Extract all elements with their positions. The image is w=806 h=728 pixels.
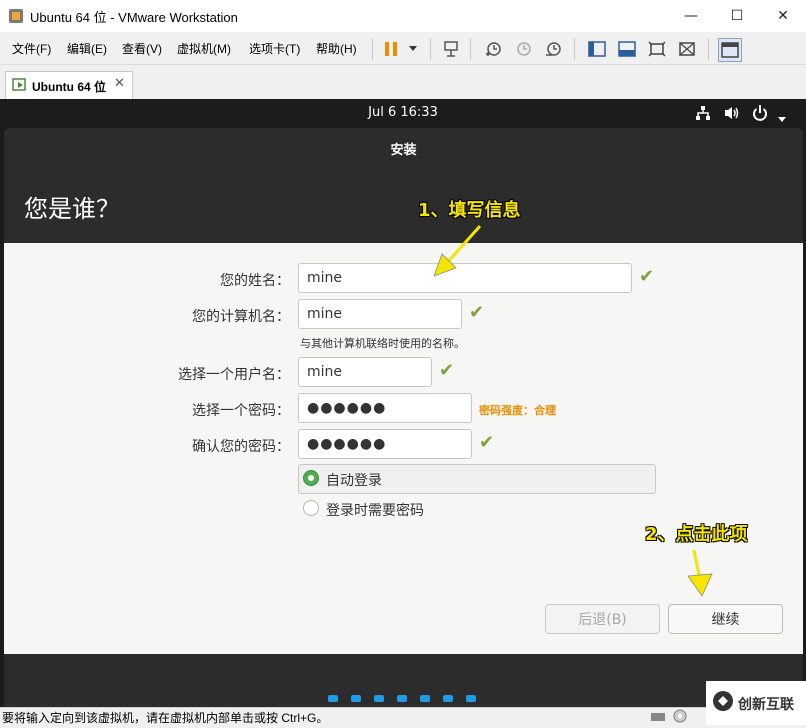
thumbnail-bar-icon[interactable] — [718, 38, 742, 62]
device-icon[interactable] — [650, 709, 666, 728]
close-window-button[interactable]: ✕ — [760, 0, 806, 32]
pause-icon[interactable] — [380, 38, 402, 60]
password-input[interactable]: ●●●●●● — [298, 393, 472, 423]
menu-file[interactable]: 文件(F) — [12, 40, 51, 57]
fullscreen-icon[interactable] — [646, 38, 668, 60]
snapshot-manager-icon[interactable] — [542, 38, 564, 60]
computer-name-input[interactable]: mine — [298, 299, 462, 329]
name-label: 您的姓名： — [220, 273, 290, 289]
progress-dot — [420, 695, 430, 702]
chevron-down-icon[interactable] — [777, 109, 787, 128]
annotation-step1: 1、填写信息 — [418, 200, 521, 221]
password-label: 选择一个密码： — [192, 403, 290, 419]
check-icon: ✔ — [479, 432, 495, 453]
installer-title: 安装 — [390, 143, 417, 158]
minimize-button[interactable]: — — [668, 0, 714, 32]
watermark-text: 创新互联 — [738, 697, 794, 713]
check-icon: ✔ — [469, 302, 485, 323]
menu-help[interactable]: 帮助(H) — [316, 40, 357, 57]
send-ctrl-alt-del-icon[interactable] — [440, 38, 462, 60]
progress-dot — [351, 695, 361, 702]
continue-button[interactable]: 继续 — [668, 604, 783, 634]
menu-view[interactable]: 查看(V) — [122, 40, 162, 57]
check-icon: ✔ — [439, 360, 455, 381]
annotation-step2: 2、点击此项 — [645, 524, 748, 545]
menu-edit[interactable]: 编辑(E) — [67, 40, 107, 57]
page-heading: 您是谁？ — [24, 195, 120, 223]
maximize-button[interactable]: ☐ — [714, 0, 760, 32]
console-view-icon[interactable] — [616, 38, 638, 60]
toolbar-separator — [708, 38, 709, 60]
toolbar-separator — [470, 38, 471, 60]
progress-dot — [443, 695, 453, 702]
auto-login-label: 自动登录 — [326, 473, 382, 489]
vm-tab-icon — [12, 77, 28, 97]
menu-tabs[interactable]: 选项卡(T) — [249, 40, 300, 57]
vmware-app-icon — [8, 8, 24, 24]
auto-login-radio[interactable] — [303, 470, 319, 486]
progress-dot — [466, 695, 476, 702]
tab-label: Ubuntu 64 位 — [32, 80, 106, 94]
ubuntu-clock[interactable]: Jul 6 16:33 — [0, 105, 806, 120]
progress-dot — [397, 695, 407, 702]
toolbar-separator — [372, 38, 373, 60]
library-view-icon[interactable] — [586, 38, 608, 60]
watermark-logo-icon — [712, 690, 734, 716]
toolbar-separator — [430, 38, 431, 60]
check-icon: ✔ — [639, 266, 655, 287]
power-icon[interactable] — [752, 104, 768, 126]
annotation-arrow-icon — [684, 548, 718, 604]
network-icon[interactable] — [695, 105, 711, 125]
cd-icon[interactable] — [672, 708, 688, 728]
toolbar-separator — [574, 38, 575, 60]
menu-vm[interactable]: 虚拟机(M) — [177, 40, 231, 57]
status-text: 要将输入定向到该虚拟机，请在虚拟机内部单击或按 Ctrl+G。 — [2, 711, 329, 725]
confirm-password-input[interactable]: ●●●●●● — [298, 429, 472, 459]
username-input[interactable]: mine — [298, 357, 432, 387]
tab-close-icon[interactable]: ✕ — [114, 76, 125, 91]
progress-dot — [374, 695, 384, 702]
progress-dot — [328, 695, 338, 702]
window-title: Ubuntu 64 位 - VMware Workstation — [30, 10, 238, 25]
computer-name-hint: 与其他计算机联络时使用的名称。 — [300, 337, 465, 350]
back-button[interactable]: 后退(B) — [545, 604, 660, 634]
volume-icon[interactable] — [723, 105, 741, 125]
annotation-arrow-icon — [428, 222, 488, 286]
confirm-password-label: 确认您的密码： — [192, 439, 290, 455]
revert-snapshot-icon[interactable] — [512, 38, 534, 60]
snapshot-icon[interactable] — [482, 38, 504, 60]
chevron-down-icon[interactable] — [402, 38, 424, 60]
require-password-radio[interactable] — [303, 500, 319, 516]
username-label: 选择一个用户名： — [178, 367, 290, 383]
password-strength: 密码强度：合理 — [479, 404, 556, 417]
unity-mode-icon[interactable] — [676, 38, 698, 60]
require-password-label[interactable]: 登录时需要密码 — [326, 500, 424, 520]
computer-name-label: 您的计算机名： — [192, 309, 290, 325]
